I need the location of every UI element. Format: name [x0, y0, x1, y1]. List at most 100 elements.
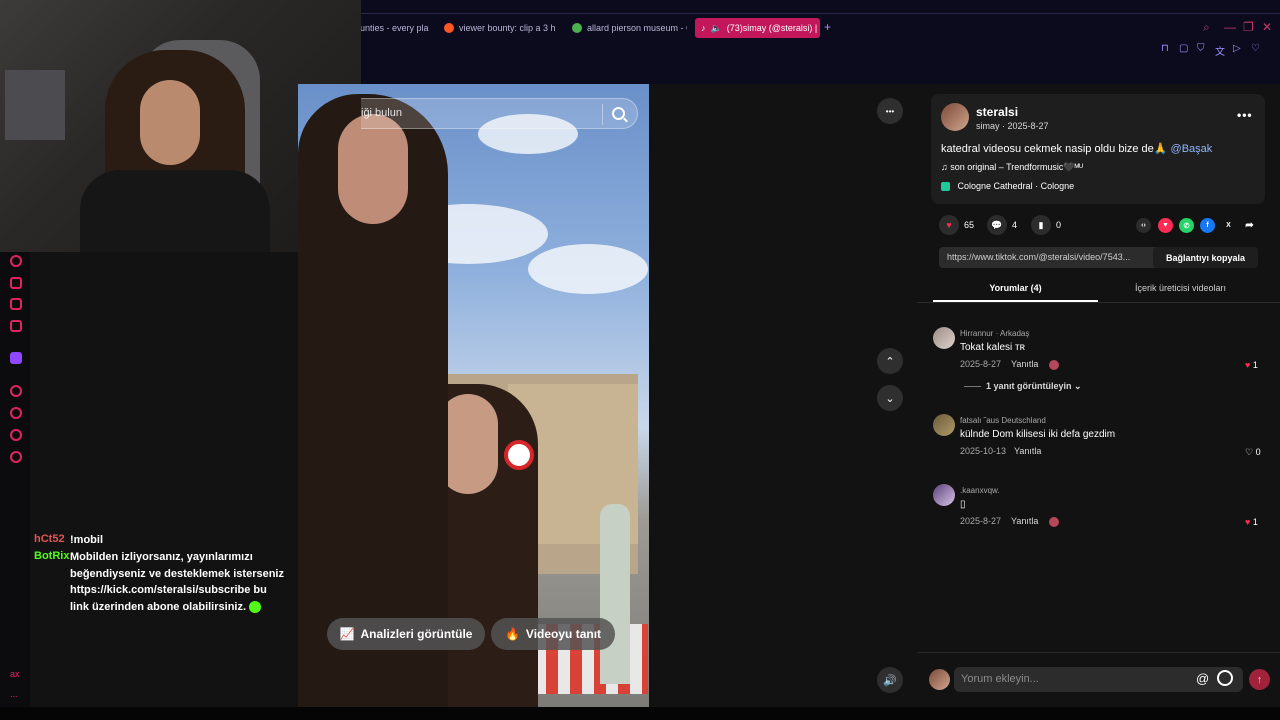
- browser-tab-1[interactable]: unties - every pla: [360, 18, 435, 38]
- bookmark-button[interactable]: ▮: [1031, 215, 1051, 235]
- details-panel: steralsi simay · 2025-8-27 ••• katedral …: [917, 84, 1280, 707]
- commenter-name[interactable]: fatsalı ˜aus Deutschland: [960, 416, 1046, 425]
- play-icon[interactable]: ▷: [1233, 43, 1241, 54]
- rocket-icon[interactable]: [10, 429, 22, 441]
- reply-button[interactable]: Yanıtla: [1014, 446, 1041, 456]
- sidebar-more[interactable]: ...: [10, 689, 18, 699]
- tab-label: allard pierson museum - G: [587, 23, 687, 33]
- heart-icon: ♥: [1245, 360, 1251, 370]
- emoji-icon[interactable]: [1217, 670, 1233, 686]
- chart-icon: 📈: [339, 627, 355, 641]
- comment-like[interactable]: ♥ 1: [1245, 517, 1258, 527]
- traffic-sign: [504, 440, 534, 470]
- comment-button[interactable]: 💬: [987, 215, 1007, 235]
- bookmark-icon[interactable]: ⊓: [1161, 43, 1169, 54]
- streamer-body: [80, 170, 270, 252]
- share-arrow-icon[interactable]: ➦: [1242, 218, 1257, 233]
- volume-button[interactable]: 🔊: [877, 667, 903, 693]
- commenter-name[interactable]: Hirrannur · Arkadaş: [960, 329, 1029, 338]
- whatsapp-icon[interactable]: ✆: [1179, 218, 1194, 233]
- close-icon[interactable]: ✕: [1262, 20, 1272, 34]
- mention-icon[interactable]: @: [1196, 671, 1209, 686]
- browser-tab-3[interactable]: allard pierson museum - G: [572, 18, 687, 38]
- next-video-button[interactable]: ⌄: [877, 385, 903, 411]
- new-tab-button[interactable]: +: [824, 20, 831, 34]
- video-link-url[interactable]: https://www.tiktok.com/@steralsi/video/7…: [947, 252, 1130, 262]
- repost-icon[interactable]: ▼: [1158, 218, 1173, 233]
- music-link[interactable]: ♫ son original – Trendformusic🖤ᴹᵁ: [941, 162, 1083, 173]
- comment-like-count: 0: [1255, 447, 1261, 457]
- translate-icon[interactable]: 文: [1215, 43, 1225, 58]
- comment-like[interactable]: ♡ 0: [1245, 447, 1261, 458]
- background-shelf: [5, 70, 65, 140]
- clock-icon[interactable]: [10, 407, 22, 419]
- previous-video-button[interactable]: ⌃: [877, 348, 903, 374]
- chat-username: hCt52: [34, 533, 65, 545]
- heart-icon: ♥: [1245, 517, 1251, 527]
- embed-icon[interactable]: ‹›: [1136, 218, 1151, 233]
- search-bar[interactable]: iği bulun: [361, 98, 638, 129]
- promote-label: Videoyu tanıt: [525, 627, 602, 641]
- tabs-divider: [917, 302, 1280, 303]
- location-icon: [941, 182, 950, 192]
- chat-message: Mobilden izliyorsanız, yayınlarımızı beğ…: [70, 549, 288, 615]
- reply-button[interactable]: Yanıtla: [1011, 359, 1038, 369]
- heart-icon[interactable]: ♡: [1251, 43, 1260, 54]
- shield-icon[interactable]: ⛉: [1197, 43, 1205, 54]
- author-name[interactable]: steralsi: [976, 105, 1018, 119]
- send-button[interactable]: ↑: [1249, 669, 1270, 690]
- comment-like[interactable]: ♥ 1: [1245, 360, 1258, 370]
- caption-text: katedral videosu cekmek nasip oldu bize …: [941, 143, 1171, 155]
- minimize-icon[interactable]: —: [1224, 20, 1236, 34]
- chat-overlay: hCt52 !mobil BotRix Mobilden izliyorsanı…: [30, 252, 298, 707]
- speaker-icon: 🔈: [710, 22, 722, 33]
- commenter-avatar[interactable]: [933, 327, 955, 349]
- comment-text: ▯: [960, 499, 966, 510]
- maximize-icon[interactable]: ❐: [1243, 20, 1254, 34]
- promote-button[interactable]: 🔥 Videoyu tanıt: [491, 618, 615, 650]
- heart-outline-icon: ♡: [1245, 447, 1254, 457]
- x-icon[interactable]: X: [1221, 218, 1236, 233]
- comment-input[interactable]: Yorum ekleyin... @: [954, 667, 1243, 692]
- search-divider: [602, 104, 603, 125]
- search-tabs-icon[interactable]: ⌕: [1203, 20, 1210, 35]
- explore-icon[interactable]: [10, 255, 22, 267]
- caption-mention[interactable]: @Başak: [1171, 143, 1213, 155]
- commenter-name[interactable]: .kaanxvqw.: [960, 486, 1000, 495]
- copy-link-button[interactable]: Bağlantıyı kopyala: [1153, 247, 1258, 268]
- twitch-icon[interactable]: [10, 352, 22, 364]
- browser-tab-2[interactable]: viewer bounty: clip a 3 h: [444, 18, 556, 38]
- video-player[interactable]: [298, 84, 649, 707]
- search-placeholder: iği bulun: [361, 107, 402, 119]
- video-link-box: https://www.tiktok.com/@steralsi/video/7…: [939, 247, 1258, 268]
- commenter-avatar[interactable]: [933, 484, 955, 506]
- analytics-button[interactable]: 📈 Analizleri görüntüle: [327, 618, 485, 650]
- screen: unties - every pla viewer bounty: clip a…: [0, 0, 1280, 720]
- like-button[interactable]: ♥: [939, 215, 959, 235]
- comment-text: Tokat kalesi ᴛʀ: [960, 342, 1026, 353]
- tab-creator-videos[interactable]: İçerik üreticisi videoları: [1098, 283, 1263, 302]
- reply-button[interactable]: Yanıtla: [1011, 516, 1038, 526]
- window-icon[interactable]: ▢: [1179, 43, 1188, 54]
- m-icon[interactable]: [10, 320, 22, 332]
- author-avatar[interactable]: [941, 103, 969, 131]
- author-subtitle: simay · 2025-8-27: [976, 121, 1049, 131]
- more-icon[interactable]: •••: [1237, 108, 1253, 122]
- view-replies-button[interactable]: 1 yanıt görüntüleyin ⌄: [964, 381, 1082, 392]
- browser-tab-active[interactable]: ♪ 🔈 (73)simay (@steralsi) |: [695, 18, 820, 38]
- my-avatar[interactable]: [929, 669, 950, 690]
- bottom-strip: [0, 707, 1280, 720]
- gift-icon[interactable]: [10, 298, 22, 310]
- play-circle-icon[interactable]: [10, 385, 22, 397]
- reddit-icon: [444, 23, 454, 33]
- streamer-face: [140, 80, 200, 165]
- settings-icon[interactable]: [10, 451, 22, 463]
- more-options-button[interactable]: •••: [877, 98, 903, 124]
- search-icon[interactable]: [612, 107, 625, 120]
- comment-date: 2025-10-13: [960, 446, 1007, 456]
- commenter-avatar[interactable]: [933, 414, 955, 436]
- facebook-icon[interactable]: f: [1200, 218, 1215, 233]
- sticker-icon: [1049, 517, 1059, 527]
- location-link[interactable]: Cologne Cathedral · Cologne: [941, 181, 1074, 192]
- car-icon[interactable]: [10, 277, 22, 289]
